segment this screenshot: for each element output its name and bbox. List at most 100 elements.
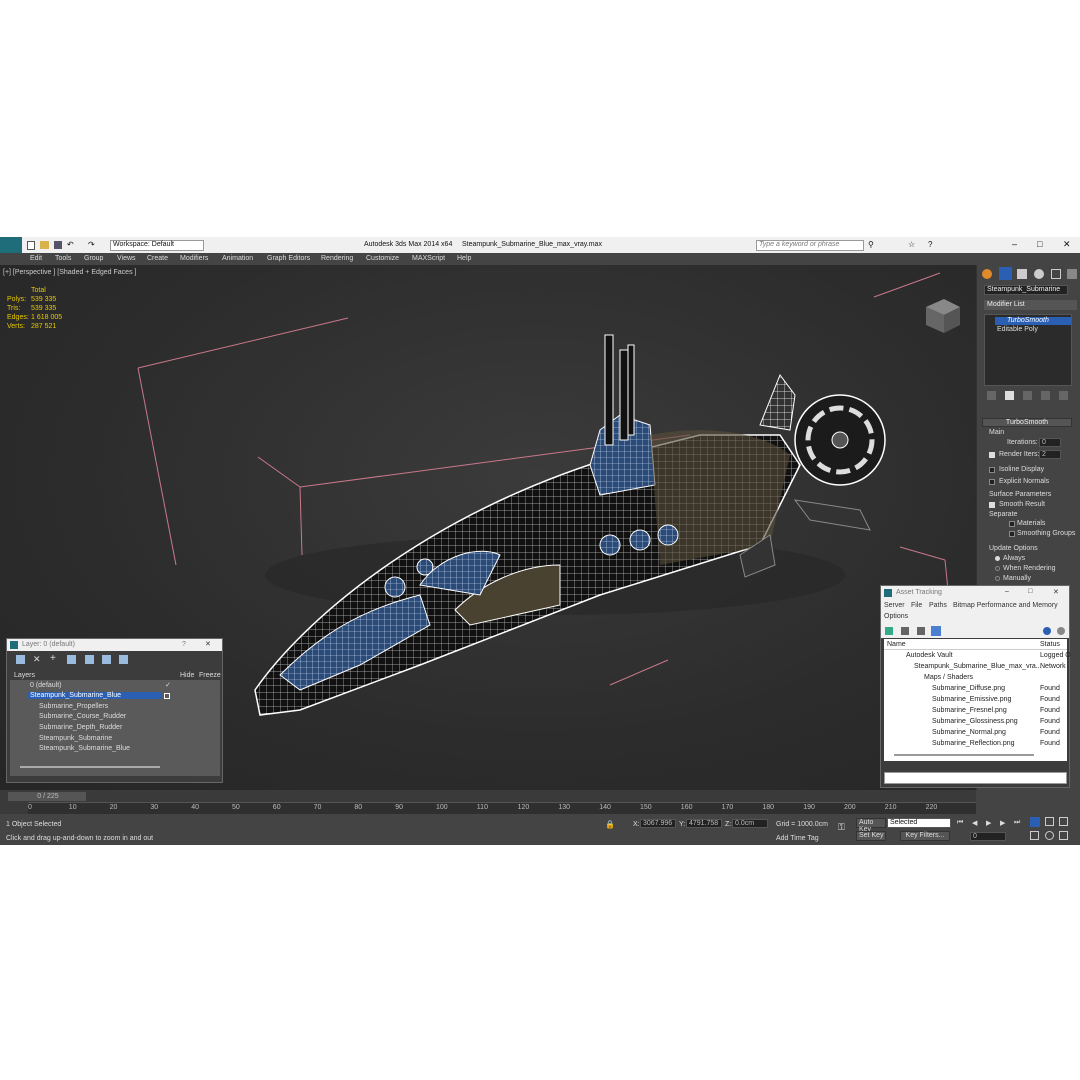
open-file-icon[interactable] xyxy=(40,241,49,249)
menu-edit[interactable]: Edit xyxy=(30,255,42,262)
menu-tools[interactable]: Tools xyxy=(55,255,71,262)
layer-row[interactable]: Submarine_Course_Rudder xyxy=(10,712,220,722)
asset-menu-options[interactable]: Options xyxy=(884,613,908,620)
layer-row[interactable]: Submarine_Depth_Rudder xyxy=(10,723,220,733)
menu-group[interactable]: Group xyxy=(84,255,103,262)
binoculars-icon[interactable]: ⚲ xyxy=(868,240,874,249)
layer-scrollbar[interactable] xyxy=(20,766,160,768)
remove-modifier-icon[interactable] xyxy=(1041,391,1050,400)
new-file-icon[interactable] xyxy=(27,241,35,250)
y-coordinate-field[interactable]: 4791.758 xyxy=(686,819,722,828)
search-input[interactable]: Type a keyword or phrase xyxy=(756,240,864,251)
menu-maxscript[interactable]: MAXScript xyxy=(412,255,445,262)
current-frame-field[interactable]: 0 xyxy=(970,832,1006,841)
asset-row[interactable]: Maps / Shaders xyxy=(884,674,1067,684)
pan-icon[interactable] xyxy=(1030,831,1039,840)
asset-tracking-titlebar[interactable]: Asset Tracking – □ ✕ xyxy=(881,586,1069,600)
menu-modifiers[interactable]: Modifiers xyxy=(180,255,208,262)
pin-stack-icon[interactable] xyxy=(987,391,996,400)
asset-path-field[interactable] xyxy=(884,772,1067,784)
asset-row[interactable]: Submarine_Reflection.png Found xyxy=(884,740,1067,750)
select-objects-layer-icon[interactable] xyxy=(16,655,25,664)
layer-row[interactable]: Submarine_Propellers xyxy=(10,702,220,712)
key-icon[interactable]: ⚿ xyxy=(838,822,845,833)
zoom-icon[interactable] xyxy=(1030,817,1040,827)
explicit-normals-checkbox[interactable] xyxy=(989,479,995,485)
track-bar[interactable] xyxy=(28,802,976,814)
set-key-button[interactable]: Set Key xyxy=(856,831,886,841)
asset-refresh-icon[interactable] xyxy=(885,627,893,635)
timeline[interactable]: 0 / 225 0 10 20 30 40 50 60 70 80 90 100 110 120 130 1… xyxy=(0,790,976,814)
asset-table-icon[interactable] xyxy=(917,627,925,635)
menu-animation[interactable]: Animation xyxy=(222,255,253,262)
render-iters-spinner[interactable]: 2 xyxy=(1039,450,1061,459)
hide-all-icon[interactable] xyxy=(119,655,128,664)
asset-minimize-icon[interactable]: – xyxy=(1005,588,1009,595)
asset-maximize-icon[interactable]: □ xyxy=(1028,588,1032,595)
menu-create[interactable]: Create xyxy=(147,255,168,262)
menu-help[interactable]: Help xyxy=(457,255,471,262)
modifier-list-dropdown[interactable]: Modifier List xyxy=(984,300,1077,310)
asset-close-icon[interactable]: ✕ xyxy=(1053,588,1059,596)
star-icon[interactable]: ☆ xyxy=(908,240,915,249)
stack-item-editable-poly[interactable]: Editable Poly xyxy=(995,326,1071,334)
active-layer-check-icon[interactable]: ✓ xyxy=(165,681,171,689)
auto-key-button[interactable]: Auto Key xyxy=(856,818,886,833)
utilities-tab-icon[interactable] xyxy=(1067,269,1077,279)
asset-row[interactable]: Submarine_Glossiness.png Found xyxy=(884,718,1067,728)
select-highlight-icon[interactable] xyxy=(85,655,94,664)
layers-column-header[interactable]: Layers xyxy=(14,672,35,679)
asset-list-icon[interactable] xyxy=(901,627,909,635)
go-to-start-icon[interactable]: ⏮ xyxy=(957,819,963,827)
asset-row[interactable]: Submarine_Normal.png Found xyxy=(884,729,1067,739)
menu-rendering[interactable]: Rendering xyxy=(321,255,353,262)
asset-row[interactable]: Submarine_Emissive.png Found xyxy=(884,696,1067,706)
maximize-icon[interactable]: □ xyxy=(1037,239,1042,249)
add-time-tag[interactable]: Add Time Tag xyxy=(776,835,819,842)
go-to-end-icon[interactable]: ⏭ xyxy=(1014,819,1020,827)
save-file-icon[interactable] xyxy=(54,241,62,249)
previous-frame-icon[interactable]: ◀ xyxy=(972,819,977,827)
asset-menu-paths[interactable]: Paths xyxy=(929,602,947,609)
zoom-extents-icon[interactable] xyxy=(1059,817,1068,826)
add-selection-icon[interactable] xyxy=(67,655,76,664)
render-iters-checkbox[interactable] xyxy=(989,452,995,458)
layer-row[interactable]: 0 (default) ✓ xyxy=(10,681,220,691)
materials-checkbox[interactable] xyxy=(1009,521,1015,527)
menu-views[interactable]: Views xyxy=(117,255,136,262)
asset-help-icon[interactable] xyxy=(1043,627,1051,635)
asset-row[interactable]: Steampunk_Submarine_Blue_max_vra... Netwo… xyxy=(884,663,1067,673)
asset-row[interactable]: Submarine_Diffuse.png Found xyxy=(884,685,1067,695)
iterations-spinner[interactable]: 0 xyxy=(1039,438,1061,447)
asset-row[interactable]: Autodesk Vault Logged O xyxy=(884,652,1071,662)
z-coordinate-field[interactable]: 0.0cm xyxy=(732,819,768,828)
current-layer-box[interactable] xyxy=(164,693,170,699)
asset-status-column[interactable]: Status xyxy=(1040,641,1060,648)
hierarchy-tab-icon[interactable] xyxy=(1017,269,1027,279)
asset-grid-icon[interactable] xyxy=(931,626,941,636)
redo-icon[interactable]: ↷ xyxy=(88,240,95,249)
configure-sets-icon[interactable] xyxy=(1059,391,1068,400)
manually-radio[interactable] xyxy=(995,576,1000,581)
layer-row[interactable]: Steampunk_Submarine_Blue xyxy=(10,744,220,754)
layer-row[interactable]: Steampunk_Submarine_Blue xyxy=(10,691,220,701)
layer-row[interactable]: Steampunk_Submarine xyxy=(10,734,220,744)
play-icon[interactable]: ▶ xyxy=(986,819,991,827)
asset-name-column[interactable]: Name xyxy=(887,641,906,648)
x-coordinate-field[interactable]: 3067.996 xyxy=(640,819,676,828)
key-filters-button[interactable]: Key Filters... xyxy=(900,831,950,841)
next-frame-icon[interactable]: ▶ xyxy=(1000,819,1005,827)
smoothing-groups-checkbox[interactable] xyxy=(1009,531,1015,537)
lock-selection-icon[interactable]: 🔒 xyxy=(605,820,615,829)
asset-scrollbar[interactable] xyxy=(894,754,1034,756)
close-icon[interactable]: ✕ xyxy=(1063,239,1071,250)
help-icon[interactable]: ? xyxy=(928,240,932,249)
layer-help-button[interactable]: ? xyxy=(182,641,186,648)
menu-customize[interactable]: Customize xyxy=(366,255,399,262)
when-rendering-radio[interactable] xyxy=(995,566,1000,571)
layer-close-icon[interactable]: ✕ xyxy=(205,640,211,648)
delete-layer-icon[interactable]: ✕ xyxy=(33,654,41,665)
app-logo-icon[interactable] xyxy=(0,237,22,253)
create-tab-icon[interactable] xyxy=(982,269,992,279)
display-tab-icon[interactable] xyxy=(1051,269,1061,279)
